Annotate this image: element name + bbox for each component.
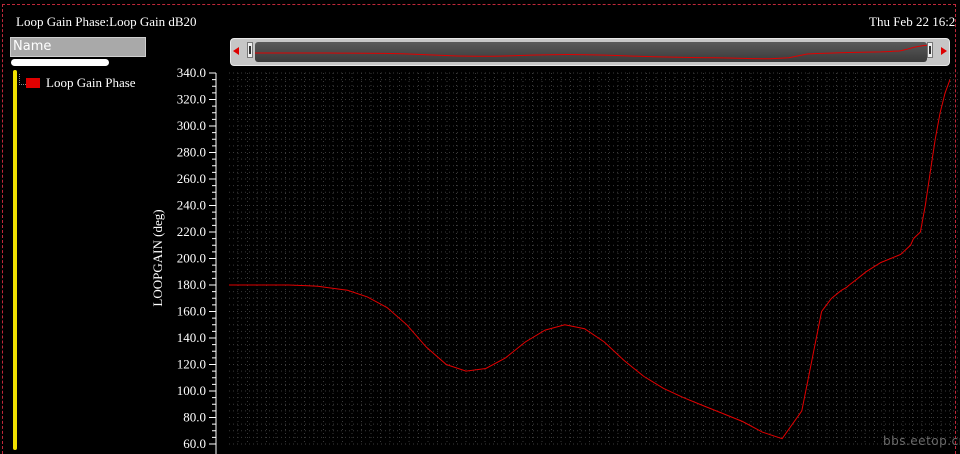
y-tick-label: 200.0 xyxy=(177,251,206,266)
watermark-text: bbs.eetop.cn xyxy=(883,434,960,448)
y-tick-label: 100.0 xyxy=(177,383,206,398)
y-tick-label: 340.0 xyxy=(177,65,206,80)
y-tick-label: 140.0 xyxy=(177,330,206,345)
phase-plot: 340.0 320.0 300.0 280.0 260.0 240.0 220.0 200.0… xyxy=(150,65,958,454)
y-axis xyxy=(209,72,217,454)
y-tick-label: 180.0 xyxy=(177,277,206,292)
y-tick-label: 60.0 xyxy=(183,436,206,451)
y-tick-label: 80.0 xyxy=(183,410,206,425)
plot-grid xyxy=(229,72,958,445)
y-tick-label: 320.0 xyxy=(177,92,206,107)
y-tick-label: 260.0 xyxy=(177,171,206,186)
y-tick-label: 160.0 xyxy=(177,304,206,319)
y-tick-label: 120.0 xyxy=(177,357,206,372)
y-tick-label: 220.0 xyxy=(177,224,206,239)
y-tick-label: 280.0 xyxy=(177,145,206,160)
y-tick-label: 300.0 xyxy=(177,118,206,133)
y-tick-label: 240.0 xyxy=(177,198,206,213)
y-axis-label: LOOPGAIN (deg) xyxy=(150,209,165,306)
y-tick-labels: 340.0 320.0 300.0 280.0 260.0 240.0 220.0 200.0… xyxy=(177,65,206,451)
